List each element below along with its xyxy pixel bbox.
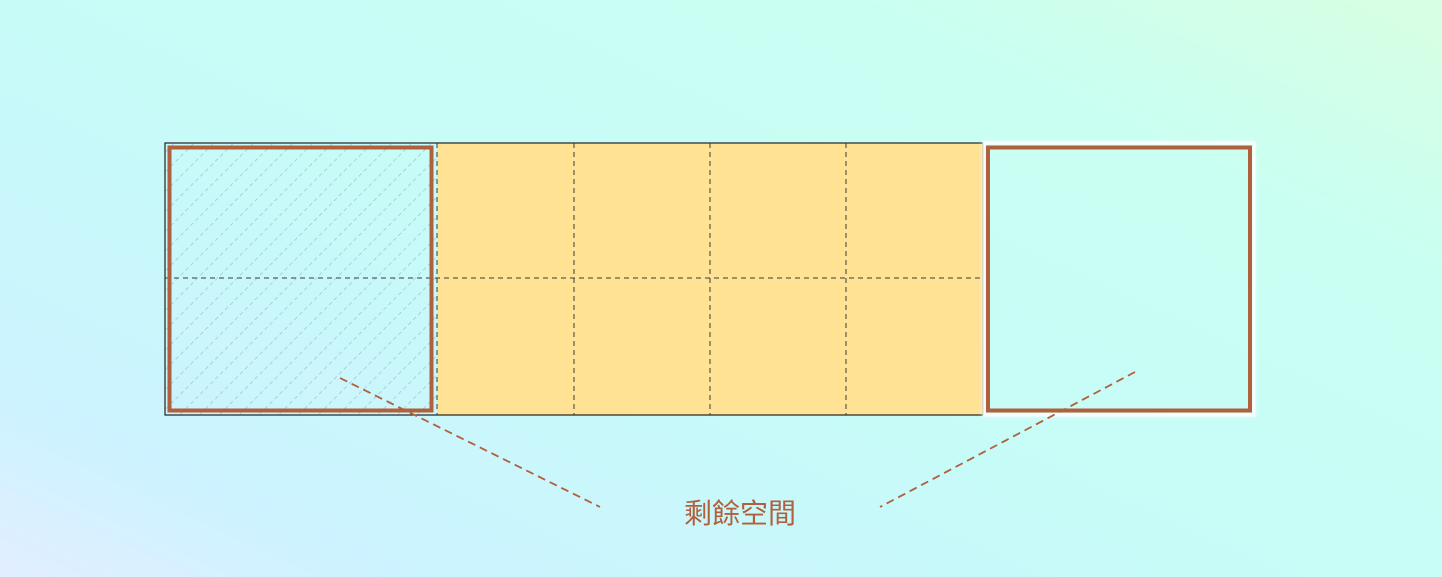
overflow-area-glow [982,141,1256,417]
hatched-remaining-space [165,143,437,415]
remaining-space-label: 剩餘空間 [683,497,796,530]
remaining-space-box-right [986,145,1252,413]
grid-diagram [164,141,1256,508]
